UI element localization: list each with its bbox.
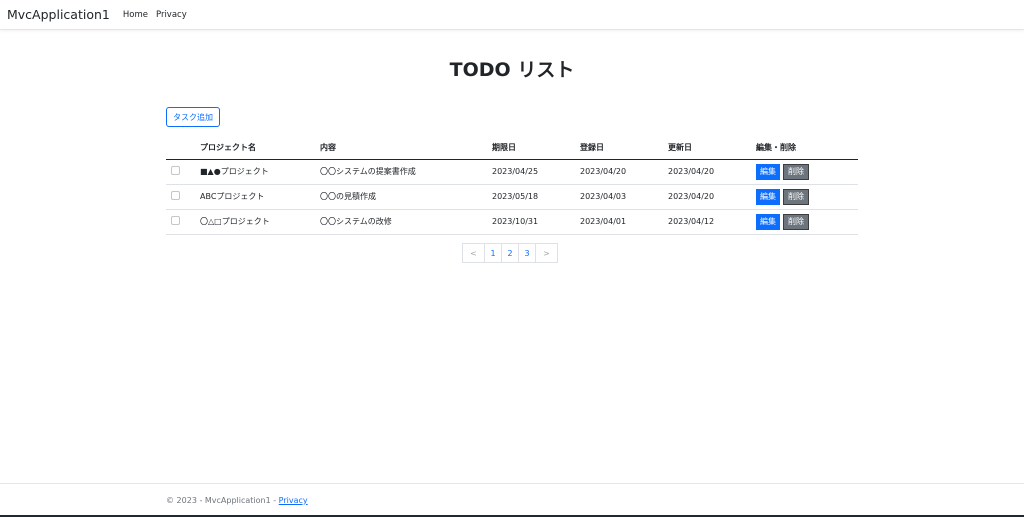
edit-button[interactable]: 編集: [756, 163, 780, 180]
cell-project: ABCプロジェクト: [200, 184, 320, 210]
cell-due-date: 2023/10/31: [492, 209, 580, 235]
table-row: 〇△□プロジェクト 〇〇システムの改修 2023/10/31 2023/04/0…: [166, 209, 858, 235]
row-checkbox[interactable]: [171, 166, 180, 175]
footer-copyright: © 2023 - MvcApplication1 -: [166, 496, 279, 505]
header-checkbox: [166, 136, 200, 160]
cell-content: 〇〇の見積作成: [320, 184, 492, 210]
header-project: プロジェクト名: [200, 136, 320, 160]
cell-created-date: 2023/04/03: [580, 184, 668, 210]
cell-content: 〇〇システムの提案書作成: [320, 159, 492, 185]
page-title: TODO リスト: [449, 59, 575, 81]
edit-button[interactable]: 編集: [756, 213, 780, 230]
page-2-button[interactable]: 2: [501, 243, 519, 263]
todo-table: プロジェクト名 内容 期限日 登録日 更新日 編集・削除 ■▲●プロジェクト 〇…: [166, 136, 858, 235]
row-checkbox[interactable]: [171, 216, 180, 225]
brand-link[interactable]: MvcApplication1: [7, 7, 110, 22]
nav-link-privacy[interactable]: Privacy: [156, 10, 187, 20]
delete-button[interactable]: 削除: [783, 163, 809, 180]
cell-due-date: 2023/05/18: [492, 184, 580, 210]
cell-actions: 編集 削除: [756, 159, 858, 185]
footer: © 2023 - MvcApplication1 - Privacy: [0, 483, 1024, 517]
cell-actions: 編集 削除: [756, 209, 858, 235]
header-updated-date: 更新日: [668, 136, 756, 160]
cell-updated-date: 2023/04/20: [668, 184, 756, 210]
header-created-date: 登録日: [580, 136, 668, 160]
row-checkbox[interactable]: [171, 191, 180, 200]
pagination: < 1 2 3 >: [462, 243, 558, 263]
cell-updated-date: 2023/04/12: [668, 209, 756, 235]
cell-project: 〇△□プロジェクト: [200, 209, 320, 235]
cell-created-date: 2023/04/20: [580, 159, 668, 185]
header-due-date: 期限日: [492, 136, 580, 160]
cell-due-date: 2023/04/25: [492, 159, 580, 185]
header-content: 内容: [320, 136, 492, 160]
cell-actions: 編集 削除: [756, 184, 858, 210]
table-header-row: プロジェクト名 内容 期限日 登録日 更新日 編集・削除: [166, 136, 858, 160]
main-container: TODO リスト タスク追加 プロジェクト名 内容 期限日 登録日 更新日 編集…: [166, 30, 858, 235]
table-row: ABCプロジェクト 〇〇の見積作成 2023/05/18 2023/04/03 …: [166, 184, 858, 210]
table-row: ■▲●プロジェクト 〇〇システムの提案書作成 2023/04/25 2023/0…: [166, 159, 858, 185]
footer-content: © 2023 - MvcApplication1 - Privacy: [166, 496, 308, 505]
delete-button[interactable]: 削除: [783, 188, 809, 205]
page-prev-button[interactable]: <: [462, 243, 485, 263]
edit-button[interactable]: 編集: [756, 188, 780, 205]
navbar: MvcApplication1 Home Privacy: [0, 0, 1024, 30]
delete-button[interactable]: 削除: [783, 213, 809, 230]
add-task-button[interactable]: タスク追加: [166, 107, 220, 127]
page-1-button[interactable]: 1: [484, 243, 502, 263]
nav-link-home[interactable]: Home: [123, 10, 148, 20]
footer-privacy-link[interactable]: Privacy: [279, 496, 308, 505]
page-next-button[interactable]: >: [535, 243, 558, 263]
cell-created-date: 2023/04/01: [580, 209, 668, 235]
header-actions: 編集・削除: [756, 136, 858, 160]
page-3-button[interactable]: 3: [518, 243, 536, 263]
cell-updated-date: 2023/04/20: [668, 159, 756, 185]
cell-project: ■▲●プロジェクト: [200, 159, 320, 185]
cell-content: 〇〇システムの改修: [320, 209, 492, 235]
